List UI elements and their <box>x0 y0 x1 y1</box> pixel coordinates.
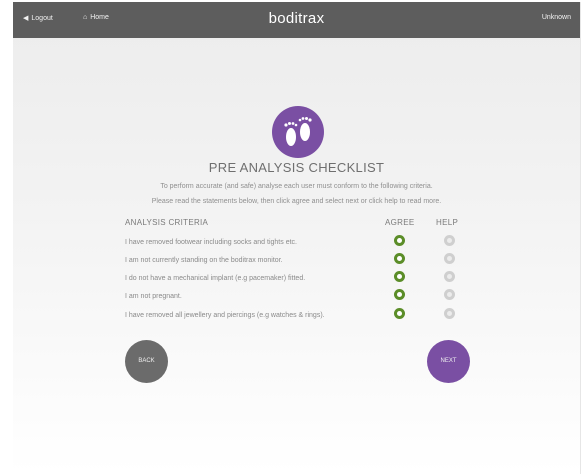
help-icon <box>447 292 452 297</box>
agree-toggle-implant[interactable] <box>394 271 405 282</box>
back-button[interactable]: BACK <box>125 340 168 383</box>
user-menu[interactable]: Unknown <box>542 14 571 21</box>
criteria-item-pregnant: I am not pregnant. <box>125 293 182 300</box>
criteria-header: ANALYSIS CRITERIA <box>125 218 209 227</box>
criteria-item-footwear: I have removed footwear including socks … <box>125 239 297 246</box>
next-button[interactable]: NEXT <box>427 340 470 383</box>
agree-toggle-monitor[interactable] <box>394 253 405 264</box>
footprints-icon <box>272 106 324 158</box>
brand-title: boditrax <box>268 10 325 27</box>
check-icon <box>397 274 402 279</box>
intro-line-2: Please read the statements below, then c… <box>151 198 442 205</box>
agree-header: AGREE <box>385 218 415 227</box>
agree-toggle-pregnant[interactable] <box>394 289 405 300</box>
check-icon <box>397 292 402 297</box>
app-frame: ◀ Logout ⌂ Home boditrax Unknown PRE ANALY… <box>13 2 581 474</box>
top-bar: ◀ Logout ⌂ Home boditrax Unknown <box>13 2 580 38</box>
check-icon <box>397 238 402 243</box>
check-icon <box>397 311 402 316</box>
help-button-monitor[interactable] <box>444 253 455 264</box>
help-icon <box>447 274 452 279</box>
criteria-item-jewellery: I have removed all jewellery and piercin… <box>125 312 325 319</box>
page-title: PRE ANALYSIS CHECKLIST <box>208 160 385 175</box>
help-button-footwear[interactable] <box>444 235 455 246</box>
help-header: HELP <box>436 218 459 227</box>
intro-line-1: To perform accurate (and safe) analyse e… <box>160 183 433 190</box>
criteria-item-monitor: I am not currently standing on the bodit… <box>125 257 283 264</box>
help-icon <box>447 238 452 243</box>
help-button-jewellery[interactable] <box>444 308 455 319</box>
help-button-pregnant[interactable] <box>444 289 455 300</box>
help-icon <box>447 256 452 261</box>
help-button-implant[interactable] <box>444 271 455 282</box>
agree-toggle-footwear[interactable] <box>394 235 405 246</box>
check-icon <box>397 256 402 261</box>
agree-toggle-jewellery[interactable] <box>394 308 405 319</box>
criteria-item-implant: I do not have a mechanical implant (e.g … <box>125 275 306 282</box>
help-icon <box>447 311 452 316</box>
